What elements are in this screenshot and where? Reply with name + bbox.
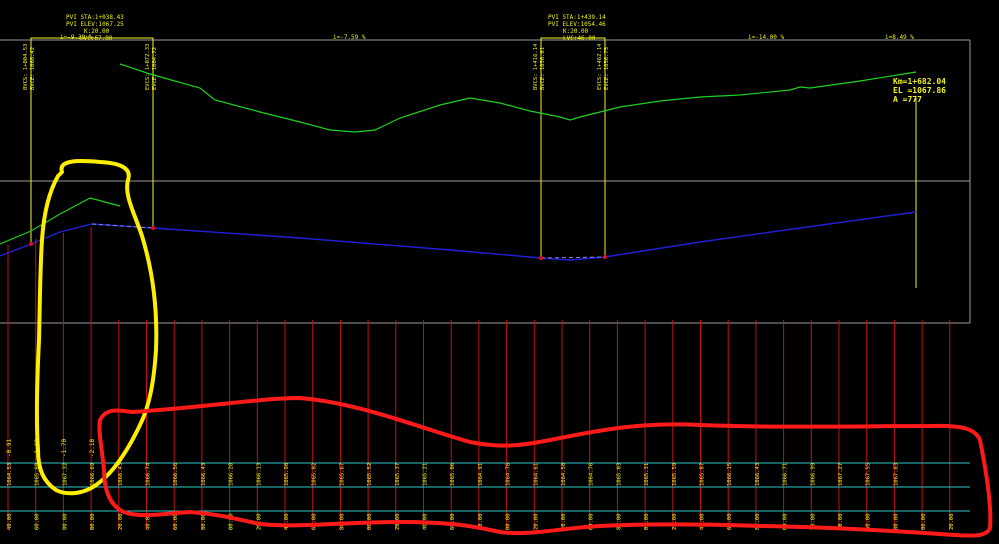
station-value: 60.00	[866, 513, 872, 530]
elevation-value: 1066.13	[256, 463, 262, 486]
elevation-value: 1066.43	[118, 463, 124, 486]
elevation-value: 1066.71	[783, 463, 789, 486]
offset-value: -1.70	[61, 439, 68, 457]
pvi-label-1-line-2: PVI ELEV:1067.25	[66, 21, 124, 28]
elevation-value: 1066.56	[173, 463, 179, 486]
pvi-label-2-line-1: PVI STA:1+439.14	[548, 14, 606, 21]
pvt-marker	[151, 226, 155, 230]
station-value: 60.00	[35, 513, 41, 530]
elevation-value: 1065.67	[339, 463, 345, 486]
end-station-label: Km=1+682.04 EL =1067.86 A =777	[893, 77, 946, 104]
bvc-elevation-label: BVCE: 1068.42	[30, 47, 36, 90]
station-value: 80.00	[893, 513, 899, 530]
elevation-value: 1065.31	[644, 463, 650, 486]
elevation-value: 1065.37	[395, 463, 401, 486]
station-value: 60.00	[312, 513, 318, 530]
evc-elevation-label: EVCE: 1056.75	[604, 47, 610, 90]
grade-label: i=-7.59 %	[333, 34, 366, 41]
elevation-labels: 1064.53 1065.69 1067.32 1066.69 1066.43 1066.…	[7, 462, 899, 486]
station-value: 80.00	[616, 513, 622, 530]
vc-leader-lines	[30, 40, 917, 288]
tangent-dash	[91, 223, 154, 229]
offset-value: -0.91	[6, 439, 13, 457]
pvi-label-2-line-3: K:20.00	[563, 28, 589, 35]
station-value: 40.00	[700, 513, 706, 530]
existing-ground-upper	[119, 63, 917, 133]
station-value: 00.00	[921, 513, 927, 530]
evc-station-label: EVCS: 1+072.33	[145, 44, 151, 90]
pvi-label-1-line-1: PVI STA:1+038.43	[66, 14, 124, 21]
evc-station-label: EVCS: 1+462.14	[597, 43, 603, 90]
elevation-value: 1064.76	[589, 463, 595, 486]
elevation-value: 1067.83	[893, 463, 899, 486]
station-value: 20.00	[118, 513, 124, 530]
station-value: 20.00	[949, 513, 955, 530]
bvc-elevation-label: BVCE: 1056.61	[540, 47, 546, 90]
elevation-value: 1066.43	[755, 463, 761, 486]
elevation-value: 1066.99	[810, 463, 816, 486]
pvc-marker	[29, 242, 33, 246]
elevation-value: 1066.43	[201, 463, 207, 486]
vc-station-labels: BVCS: 1+004.53 BVCE: 1068.42 EVCS: 1+072…	[23, 43, 610, 90]
yellow-highlight-loop	[34, 159, 159, 496]
grade-label: i=-9.38 %	[60, 34, 93, 41]
station-value: 60.00	[450, 513, 456, 530]
pvc-marker	[539, 256, 543, 260]
grade-label: i=-14.00 %	[748, 34, 785, 41]
elevation-value: 1065.21	[423, 463, 429, 486]
station-value: 00.00	[506, 513, 512, 530]
elevation-value: 1065.82	[312, 463, 318, 486]
grade-label: i=8.49 %	[885, 34, 914, 41]
bvc-station-label: BVCS: 1+416.14	[533, 43, 539, 90]
elevation-value: 1064.53	[7, 463, 13, 486]
existing-ground-lower	[0, 197, 121, 245]
end-station-km: Km=1+682.04	[893, 77, 946, 86]
station-value: 20.00	[533, 513, 539, 530]
station-value: 00.00	[90, 513, 96, 530]
elevation-value: 1067.55	[866, 463, 872, 486]
offset-value: -2.18	[89, 439, 96, 457]
evc-elevation-label: EVCE: 1064.72	[152, 47, 158, 90]
elevation-value: 1065.59	[672, 463, 678, 486]
pvi-label-2-line-4: LVC:46.00	[563, 35, 596, 42]
elevation-value: 1067.27	[838, 463, 844, 486]
end-station-a: A =777	[893, 95, 922, 104]
elevation-value: 1065.98	[284, 463, 290, 486]
profile-drawing: PVI STA:1+038.43 PVI ELEV:1067.25 K:20.0…	[0, 14, 993, 538]
station-value: 40.00	[284, 513, 290, 530]
end-station-elevation: EL =1067.86	[893, 86, 946, 95]
station-value: 80.00	[201, 513, 207, 530]
elevation-value: 1066.28	[229, 463, 235, 486]
station-value: 40.00	[7, 513, 13, 530]
pvt-marker	[603, 255, 607, 259]
elevation-value: 1064.76	[506, 463, 512, 486]
elevation-value: 1066.74	[146, 462, 152, 486]
elevation-value: 1066.15	[727, 463, 733, 486]
elevation-value: 1064.58	[561, 463, 567, 486]
vc-markers	[29, 226, 607, 260]
station-value: 60.00	[727, 513, 733, 530]
elevation-value: 1065.03	[616, 463, 622, 486]
elevation-value: 1064.61	[533, 463, 539, 486]
elevation-value: 1064.91	[478, 463, 484, 486]
station-value: 80.00	[62, 513, 68, 530]
elevation-value: 1067.32	[62, 463, 68, 486]
elevation-value: 1065.06	[450, 463, 456, 486]
offset-labels: -0.91 -1.18 -1.70 -2.18	[6, 439, 96, 457]
elevation-value: 1065.52	[367, 463, 373, 486]
station-value: 00.00	[644, 513, 650, 530]
profile-view: PVI STA:1+038.43 PVI ELEV:1067.25 K:20.0…	[0, 0, 999, 540]
pvi-label-2-line-2: PVI ELEV:1054.46	[548, 21, 606, 28]
elevation-value: 1066.69	[90, 463, 96, 486]
station-value: 60.00	[173, 513, 179, 530]
elevation-value: 1065.87	[700, 463, 706, 486]
station-value: 20.00	[672, 513, 678, 530]
bvc-station-label: BVCS: 1+004.53	[23, 44, 29, 90]
